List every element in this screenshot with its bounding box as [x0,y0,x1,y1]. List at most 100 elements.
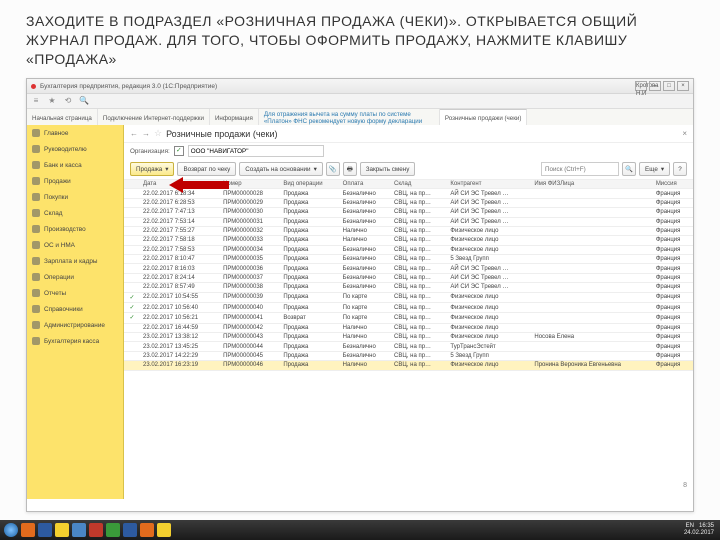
table-row[interactable]: 22.02.2017 7:58:18ПРМ00000033ПродажаНали… [124,236,693,245]
help-button[interactable]: ? [673,162,687,176]
taskbar-app[interactable] [89,523,103,537]
app-icon [31,84,36,89]
sidebar-item[interactable]: Зарплата и кадры [27,253,123,269]
sidebar-item[interactable]: Банк и касса [27,157,123,173]
sidebar-icon [32,305,40,313]
sidebar-label: Склад [44,210,63,217]
col-header[interactable]: Вид операции [280,180,339,189]
back-button[interactable]: ← [130,129,138,138]
taskbar-app[interactable] [21,523,35,537]
slide-title: ЗАХОДИТЕ В ПОДРАЗДЕЛ «РОЗНИЧНАЯ ПРОДАЖА … [26,12,694,69]
sidebar-item[interactable]: Отчеты [27,285,123,301]
forward-button[interactable]: → [142,129,150,138]
table-row[interactable]: 22.02.2017 7:47:13ПРМ00000030ПродажаБезн… [124,208,693,217]
screenshot-frame: Бухгалтерия предприятия, редакция 3.0 (1… [26,78,694,512]
maximize-button[interactable]: □ [663,81,675,91]
close-shift-button[interactable]: Закрыть смену [360,162,416,176]
col-header[interactable]: Склад [391,180,447,189]
taskbar-app[interactable] [72,523,86,537]
sidebar-item[interactable]: Главное [27,125,123,141]
sidebar-icon [32,321,40,329]
search-button[interactable]: 🔍 [622,162,636,176]
sidebar-item[interactable]: Продажи [27,173,123,189]
close-button[interactable]: × [677,81,689,91]
more-button[interactable]: Еще▾ [639,162,670,176]
sidebar-item[interactable]: Бухгалтерия касса [27,333,123,349]
return-button[interactable]: Возврат по чеку [177,162,236,176]
sidebar-icon [32,225,40,233]
sidebar-icon [32,273,40,281]
window-title: Бухгалтерия предприятия, редакция 3.0 (1… [40,83,217,90]
sidebar-item[interactable]: Производство [27,221,123,237]
table-row[interactable]: ✓22.02.2017 10:56:40ПРМ00000040ПродажаПо… [124,302,693,312]
sidebar-label: Производство [44,226,86,233]
table-row[interactable]: 22.02.2017 7:55:27ПРМ00000032ПродажаНали… [124,226,693,235]
page-close-icon[interactable]: × [682,129,687,138]
history-icon[interactable]: ⟲ [63,96,73,106]
create-on-button[interactable]: Создать на основании▾ [239,162,323,176]
sidebar-icon [32,209,40,217]
sidebar-label: Отчеты [44,290,66,297]
table-row[interactable]: ✓22.02.2017 10:56:21ПРМ00000041ВозвратПо… [124,313,693,323]
sidebar-icon [32,161,40,169]
sale-button[interactable]: Продажа▾ [130,162,174,176]
sales-grid[interactable]: ДатаНомерВид операцииОплатаСкладКонтраге… [124,180,693,499]
taskbar-app[interactable] [55,523,69,537]
star-icon[interactable]: ★ [47,96,57,106]
taskbar-app[interactable] [157,523,171,537]
attach-icon[interactable]: 📎 [326,162,340,176]
minimize-button[interactable]: – [649,81,661,91]
print-icon[interactable]: 🖶 [343,162,357,176]
sidebar-item[interactable]: Склад [27,205,123,221]
org-label: Организация: [130,148,170,155]
taskbar-app[interactable] [38,523,52,537]
org-checkbox[interactable]: ✓ [174,146,184,156]
table-row[interactable]: 23.02.2017 13:45:25ПРМ00000044ПродажаБез… [124,342,693,351]
sidebar-icon [32,177,40,185]
start-button[interactable] [4,523,18,537]
sidebar-icon [32,257,40,265]
table-row[interactable]: 23.02.2017 13:38:12ПРМ00000043ПродажаНал… [124,333,693,342]
sidebar-item[interactable]: Администрирование [27,317,123,333]
table-row[interactable]: 23.02.2017 14:22:29ПРМ00000045ПродажаБез… [124,351,693,360]
table-row[interactable]: 22.02.2017 7:53:14ПРМ00000031ПродажаБезн… [124,217,693,226]
org-field[interactable] [188,145,324,157]
sidebar-icon [32,289,40,297]
quick-toolbar: ≡ ★ ⟲ 🔍 [27,94,693,109]
sidebar-item[interactable]: Операции [27,269,123,285]
sidebar-label: Главное [44,130,68,137]
callout-arrow [169,177,229,193]
sidebar-icon [32,337,40,345]
sidebar-item[interactable]: Покупки [27,189,123,205]
table-row[interactable]: 23.02.2017 16:23:19ПРМ00000046ПродажаНал… [124,361,693,370]
favorite-icon[interactable]: ☆ [154,128,162,139]
table-row[interactable]: ✓22.02.2017 10:54:55ПРМ00000039ПродажаПо… [124,292,693,302]
table-row[interactable]: 22.02.2017 8:57:49ПРМ00000038ПродажаБезн… [124,283,693,292]
table-row[interactable]: 22.02.2017 7:58:53ПРМ00000034ПродажаБезн… [124,245,693,254]
table-row[interactable]: 22.02.2017 6:28:53ПРМ00000029ПродажаБезн… [124,198,693,207]
menu-icon[interactable]: ≡ [31,96,41,106]
table-row[interactable]: 22.02.2017 16:44:59ПРМ00000042ПродажаНал… [124,323,693,332]
sidebar-item[interactable]: Справочники [27,301,123,317]
taskbar-app[interactable] [123,523,137,537]
col-header[interactable]: Контрагент [447,180,531,189]
taskbar-app[interactable] [106,523,120,537]
sidebar-item[interactable]: Руководителю [27,141,123,157]
table-row[interactable]: 22.02.2017 8:10:47ПРМ00000035ПродажаБезн… [124,255,693,264]
taskbar-app[interactable] [140,523,154,537]
col-header[interactable]: Оплата [340,180,391,189]
col-header[interactable]: Имя ФИЗЛица [531,180,652,189]
sidebar-label: Операции [44,274,74,281]
search-icon[interactable]: 🔍 [79,96,89,106]
col-header[interactable]: Миссия [653,180,693,189]
col-header[interactable]: Номер [220,180,280,189]
col-header[interactable] [124,180,140,189]
sidebar-label: Покупки [44,194,68,201]
table-row[interactable]: 22.02.2017 8:16:03ПРМ00000036ПродажаБезн… [124,264,693,273]
sidebar-icon [32,129,40,137]
sidebar-label: Продажи [44,178,71,185]
table-row[interactable]: 22.02.2017 8:24:14ПРМ00000037ПродажаБезн… [124,273,693,282]
sidebar-label: Справочники [44,306,83,313]
sidebar-item[interactable]: ОС и НМА [27,237,123,253]
grid-search-input[interactable] [541,162,619,176]
